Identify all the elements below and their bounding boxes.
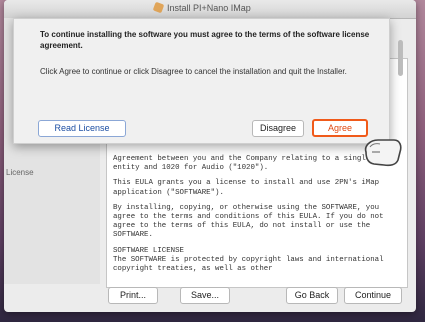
- window-title-text: Install PI+Nano IMap: [167, 3, 251, 13]
- sheet-message: Click Agree to continue or click Disagre…: [40, 67, 347, 76]
- license-paragraph: SOFTWARE LICENSE The SOFTWARE is protect…: [113, 246, 384, 274]
- installer-window: Install PI+Nano IMap License Agreement b…: [4, 0, 416, 312]
- read-license-button[interactable]: Read License: [38, 120, 126, 137]
- license-scrollbar[interactable]: [396, 40, 405, 80]
- sidebar-item-license[interactable]: License: [6, 168, 34, 177]
- hand-pointer-icon: [364, 139, 402, 167]
- license-agreement-sheet: To continue installing the software you …: [13, 18, 390, 144]
- license-paragraph: This EULA grants you a license to instal…: [113, 179, 384, 197]
- title-bar: Install PI+Nano IMap: [4, 0, 416, 19]
- sheet-title: To continue installing the software you …: [40, 30, 370, 50]
- license-paragraph: By installing, copying, or otherwise usi…: [113, 203, 388, 240]
- continue-button[interactable]: Continue: [344, 287, 402, 304]
- save-button[interactable]: Save...: [180, 287, 230, 304]
- disagree-button[interactable]: Disagree: [252, 120, 304, 137]
- print-button[interactable]: Print...: [108, 287, 158, 304]
- window-title: Install PI+Nano IMap: [152, 1, 251, 14]
- scrollbar-thumb[interactable]: [398, 40, 403, 76]
- installer-package-icon: [152, 1, 165, 14]
- go-back-button[interactable]: Go Back: [286, 287, 338, 304]
